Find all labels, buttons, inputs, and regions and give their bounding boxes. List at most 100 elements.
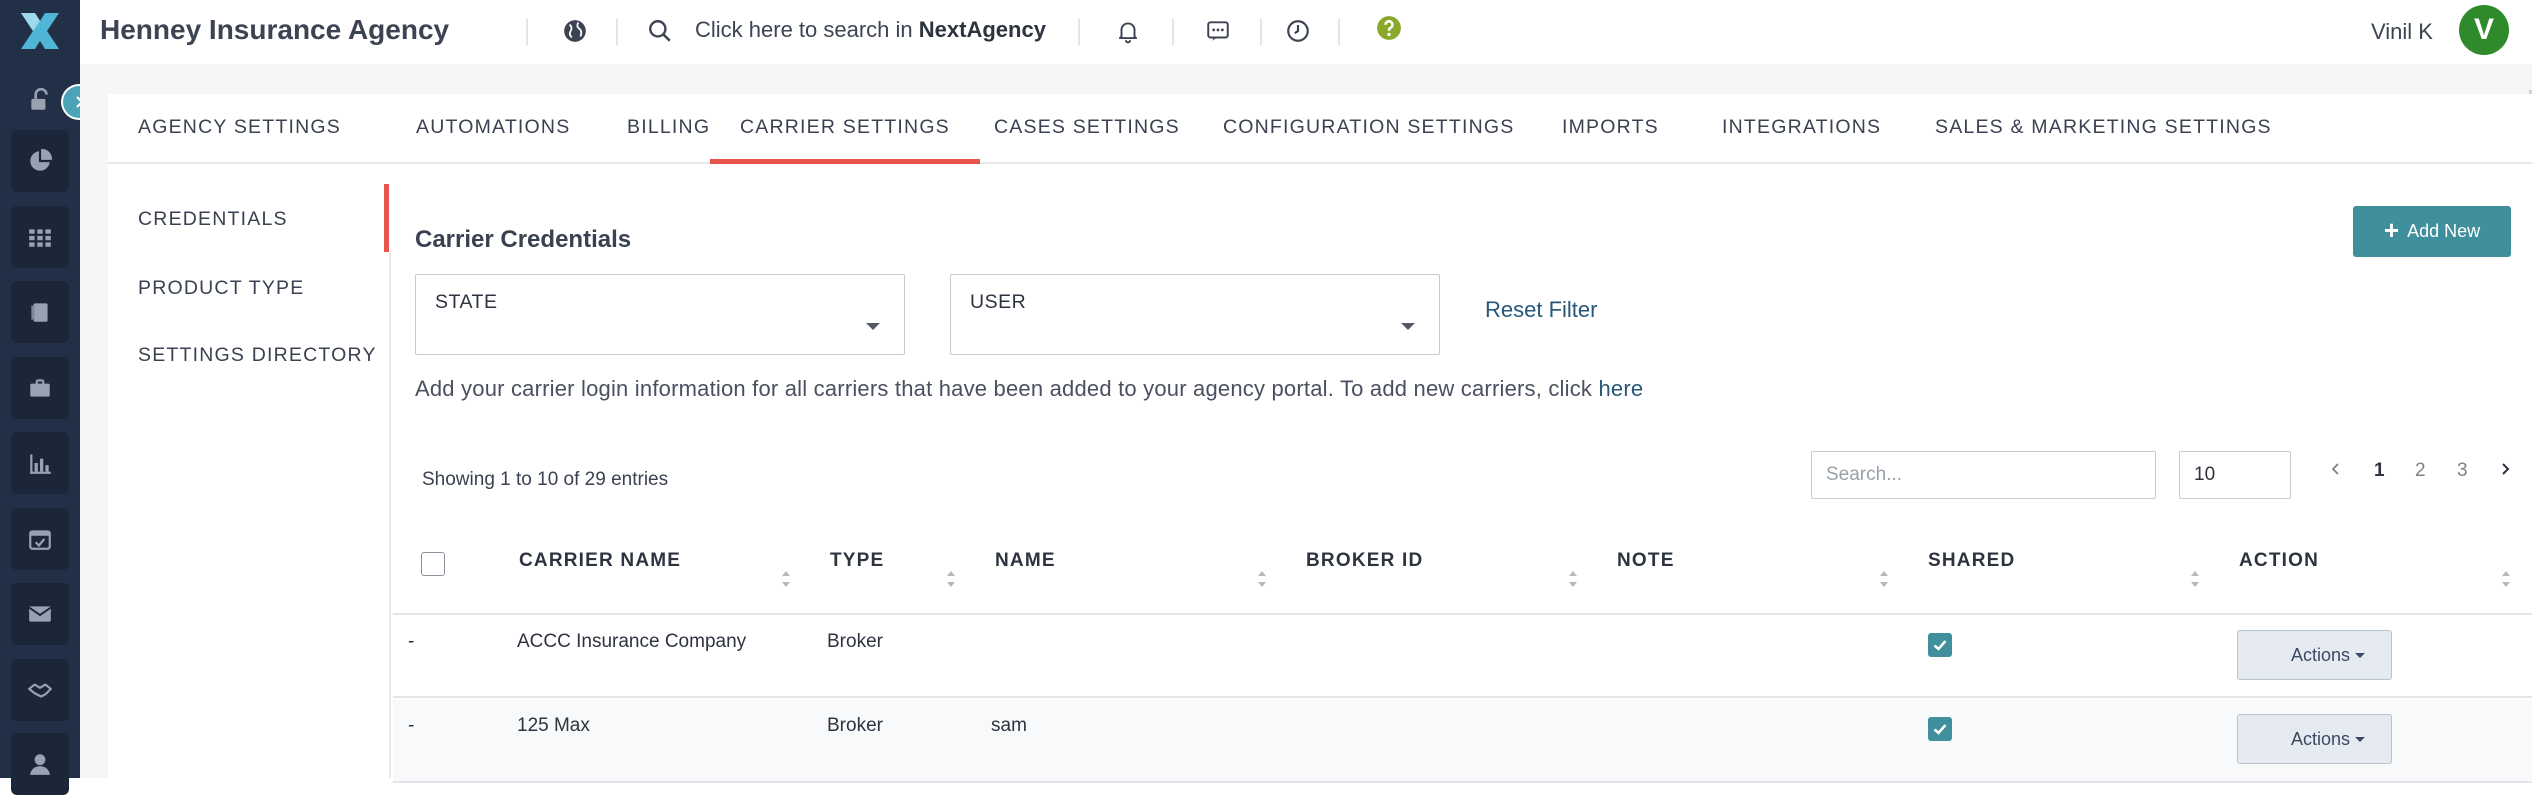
- bell-icon[interactable]: [1113, 16, 1143, 46]
- tab-sales-marketing-settings[interactable]: SALES & MARKETING SETTINGS: [1905, 94, 2302, 164]
- type-cell: Broker: [827, 631, 883, 652]
- menu-item-apps[interactable]: [0, 203, 80, 271]
- page-size-input[interactable]: [2179, 451, 2291, 499]
- column-header-name[interactable]: NAME: [995, 550, 1056, 572]
- actions-label: Actions: [2291, 644, 2351, 665]
- add-carriers-link[interactable]: here: [1598, 376, 1643, 401]
- table-row: [393, 700, 2532, 783]
- menu-item-mail[interactable]: [0, 580, 80, 648]
- chevron-down-icon: [866, 323, 880, 330]
- page-2-button[interactable]: 2: [2415, 460, 2426, 482]
- user-icon: [11, 733, 69, 795]
- sort-icon[interactable]: [945, 569, 957, 589]
- table-search-input[interactable]: [1811, 451, 2156, 499]
- user-name[interactable]: Vinil K: [2371, 19, 2433, 45]
- column-header-broker-id[interactable]: BROKER ID: [1306, 550, 1423, 572]
- divider: [1078, 19, 1080, 45]
- plus-icon: +: [2383, 215, 2400, 245]
- search-icon[interactable]: [645, 16, 675, 46]
- column-header-shared[interactable]: SHARED: [1928, 550, 2015, 572]
- column-header-type[interactable]: TYPE: [830, 550, 884, 572]
- clock-icon[interactable]: [1283, 16, 1313, 46]
- briefcase-icon: [11, 357, 69, 419]
- carrier-name-cell: 125 Max: [517, 715, 590, 736]
- chevron-down-icon: [1401, 323, 1415, 330]
- type-cell: Broker: [827, 715, 883, 736]
- prev-page-button[interactable]: [2331, 460, 2341, 482]
- sort-icon[interactable]: [1256, 569, 1268, 589]
- state-filter-label: STATE: [435, 291, 498, 313]
- sort-icon[interactable]: [780, 569, 792, 589]
- column-header-action[interactable]: ACTION: [2239, 550, 2319, 572]
- logo-icon[interactable]: [0, 0, 80, 62]
- info-text: Add your carrier login information for a…: [415, 376, 1643, 402]
- left-rail: [0, 0, 80, 795]
- global-search-trigger[interactable]: Click here to search in NextAgency: [695, 17, 1046, 43]
- add-new-label: Add New: [2407, 221, 2481, 241]
- chat-icon[interactable]: [1203, 16, 1233, 46]
- tab-integrations[interactable]: INTEGRATIONS: [1692, 94, 1911, 164]
- sort-icon[interactable]: [1878, 569, 1890, 589]
- subnav-item-settings-directory[interactable]: SETTINGS DIRECTORY: [138, 344, 377, 367]
- add-new-button[interactable]: + Add New: [2353, 206, 2511, 257]
- row-select-cell: -: [408, 715, 415, 736]
- menu-item-users[interactable]: [0, 730, 80, 798]
- entries-summary: Showing 1 to 10 of 29 entries: [422, 469, 669, 490]
- subnav-item-product-type[interactable]: PRODUCT TYPE: [138, 277, 304, 300]
- row-select-cell: -: [408, 631, 415, 652]
- search-prefix: Click here to search in: [695, 17, 913, 42]
- bar-chart-icon: [11, 432, 69, 494]
- column-header-carrier-name[interactable]: CARRIER NAME: [519, 550, 681, 572]
- menu-item-calendar[interactable]: [0, 505, 80, 573]
- tab-imports[interactable]: IMPORTS: [1532, 94, 1689, 164]
- mail-icon: [11, 583, 69, 645]
- tab-agency-settings[interactable]: AGENCY SETTINGS: [108, 94, 371, 164]
- divider: [616, 19, 618, 45]
- name-cell: sam: [991, 715, 1027, 736]
- actions-dropdown-button[interactable]: Actions: [2237, 714, 2392, 764]
- actions-label: Actions: [2291, 728, 2351, 749]
- avatar[interactable]: V: [2459, 5, 2509, 55]
- menu-item-documents[interactable]: [0, 278, 80, 346]
- sort-icon[interactable]: [1567, 569, 1579, 589]
- actions-dropdown-button[interactable]: Actions: [2237, 630, 2392, 680]
- page-1-button[interactable]: 1: [2374, 460, 2385, 482]
- page-3-button[interactable]: 3: [2457, 460, 2468, 482]
- select-all-checkbox[interactable]: [421, 552, 445, 576]
- subnav-active-marker: [384, 184, 389, 252]
- shared-checkbox[interactable]: [1928, 717, 1952, 741]
- subnav-item-credentials[interactable]: CREDENTIALS: [138, 208, 288, 231]
- chevron-left-icon: [2331, 463, 2339, 475]
- check-icon: [1933, 640, 1947, 651]
- tab-carrier-settings[interactable]: CARRIER SETTINGS: [710, 94, 980, 164]
- pie-chart-icon: [11, 130, 69, 192]
- chevron-down-icon: [2355, 737, 2365, 742]
- column-header-note[interactable]: NOTE: [1617, 550, 1675, 572]
- divider: [1260, 19, 1262, 45]
- reset-filter-link[interactable]: Reset Filter: [1485, 297, 1597, 323]
- menu-item-dashboard[interactable]: [0, 127, 80, 195]
- sort-icon[interactable]: [2189, 569, 2201, 589]
- search-brand: NextAgency: [918, 17, 1046, 42]
- divider: [1172, 19, 1174, 45]
- grid-icon: [11, 206, 69, 268]
- divider: [389, 252, 391, 778]
- info-sentence: Add your carrier login information for a…: [415, 376, 1593, 401]
- table-row: [393, 615, 2532, 698]
- help-icon[interactable]: [1374, 13, 1404, 43]
- tab-cases-settings[interactable]: CASES SETTINGS: [964, 94, 1210, 164]
- state-filter[interactable]: STATE: [415, 274, 905, 355]
- divider: [1338, 19, 1340, 45]
- tab-automations[interactable]: AUTOMATIONS: [386, 94, 600, 164]
- tab-configuration-settings[interactable]: CONFIGURATION SETTINGS: [1193, 94, 1544, 164]
- menu-item-reports[interactable]: [0, 429, 80, 497]
- sort-icon[interactable]: [2500, 569, 2512, 589]
- globe-icon[interactable]: [560, 16, 590, 46]
- user-filter[interactable]: USER: [950, 274, 1440, 355]
- page-title: Carrier Credentials: [415, 226, 632, 253]
- shared-checkbox[interactable]: [1928, 633, 1952, 657]
- menu-item-cases[interactable]: [0, 354, 80, 422]
- next-page-button[interactable]: [2500, 460, 2510, 482]
- top-bar: Henney Insurance Agency Click here to se…: [80, 0, 2532, 64]
- menu-item-partners[interactable]: [0, 656, 80, 724]
